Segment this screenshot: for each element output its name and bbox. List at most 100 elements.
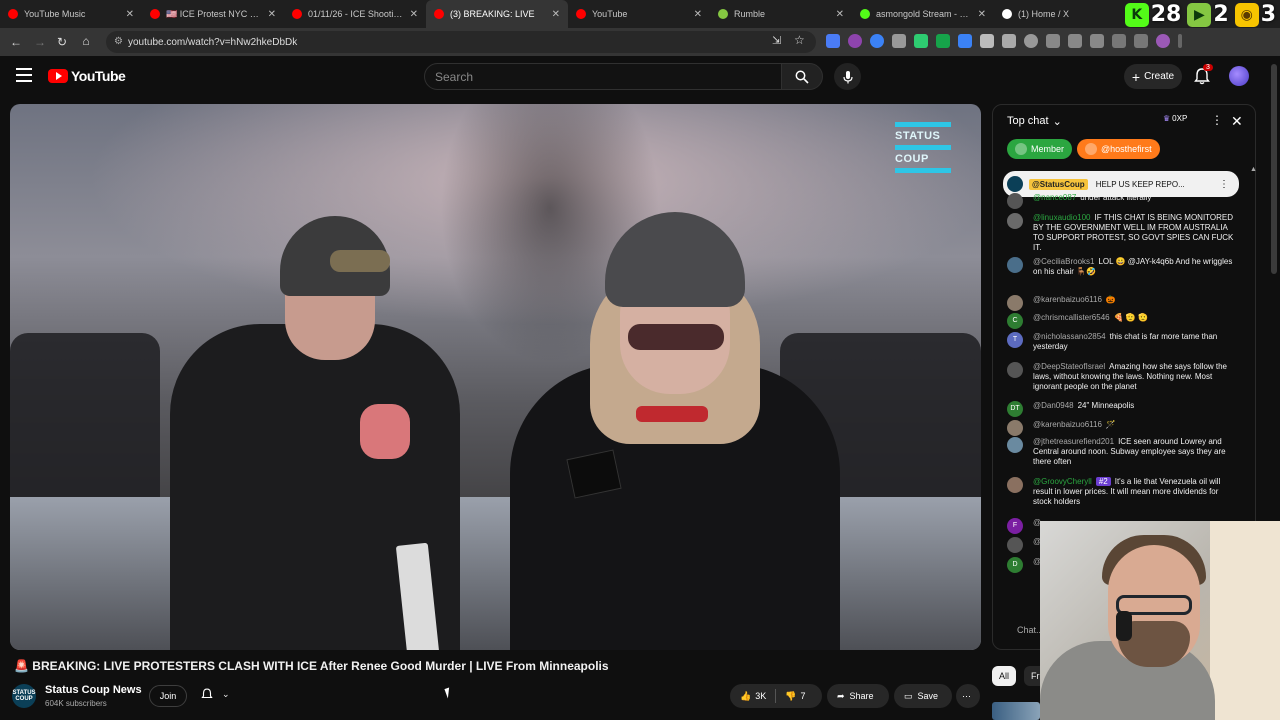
chat-avatar[interactable] <box>1007 437 1023 453</box>
dislike-button[interactable]: 👎 7 <box>785 691 805 702</box>
puzzle-icon[interactable] <box>1002 34 1016 48</box>
browser-menu-icon[interactable] <box>1178 34 1182 48</box>
chat-message[interactable]: @GroovyCheryll #2 It's a lie that Venezuel… <box>1007 477 1237 507</box>
video-player[interactable]: STATUS COUP <box>10 104 981 650</box>
voice-search-button[interactable] <box>834 63 861 90</box>
site-info-icon[interactable]: ⚙ <box>114 36 123 47</box>
browser-tab[interactable]: YouTube ✕ <box>568 0 710 28</box>
browser-tab[interactable]: (1) Home / X <box>994 0 1136 28</box>
share-button[interactable]: ➦ Share <box>827 684 889 708</box>
chat-author[interactable]: @DeepStateofIsrael <box>1033 362 1105 371</box>
chat-message[interactable]: @CeciliaBrooks1 LOL 😀 @JAY-k4q6b And he w… <box>1007 257 1237 277</box>
page-scrollbar[interactable] <box>1271 64 1277 274</box>
chat-author[interactable]: @CeciliaBrooks1 <box>1033 257 1094 266</box>
chat-author[interactable]: @jthetreasurefiend201 <box>1033 437 1114 446</box>
chat-message[interactable]: DT @Dan0948 24" Minneapolis <box>1007 401 1237 417</box>
extension-icon[interactable] <box>826 34 840 48</box>
extension-icon[interactable] <box>936 34 950 48</box>
chat-scroll-up-icon[interactable]: ▲ <box>1250 166 1257 173</box>
download-icon[interactable] <box>1134 34 1148 48</box>
channel-avatar[interactable]: STATUS COUP <box>12 684 36 708</box>
more-actions-button[interactable]: ⋯ <box>956 684 980 708</box>
chat-message[interactable]: @DeepStateofIsrael Amazing how she says f… <box>1007 362 1237 392</box>
browser-tab[interactable]: (3) BREAKING: LIVE ✕ <box>426 0 568 28</box>
tab-close-icon[interactable]: ✕ <box>978 9 986 20</box>
chat-message[interactable]: @linuxaudio100 IF THIS CHAT IS BEING MONI… <box>1007 213 1237 253</box>
chat-avatar[interactable]: T <box>1007 332 1023 348</box>
tab-close-icon[interactable]: ✕ <box>410 9 418 20</box>
chat-avatar[interactable] <box>1007 257 1023 273</box>
chat-author[interactable]: @karenbaizuo6116 <box>1033 295 1102 304</box>
channel-name[interactable]: Status Coup News <box>45 684 142 696</box>
browser-tab[interactable]: 01/11/26 - ICE Shooting P... ✕ <box>284 0 426 28</box>
youtube-logo[interactable]: YouTube <box>48 68 126 84</box>
related-video-thumbnail[interactable] <box>992 702 1040 720</box>
forward-icon[interactable]: → <box>28 35 52 49</box>
chat-avatar[interactable] <box>1007 193 1023 209</box>
address-bar[interactable]: ⚙ youtube.com/watch?v=hNw2hkeDbDk <box>106 31 816 53</box>
search-button[interactable] <box>781 63 823 90</box>
reload-icon[interactable]: ↻ <box>50 35 74 49</box>
tab-close-icon[interactable]: ✕ <box>836 9 844 20</box>
chat-author[interactable]: @GroovyCheryll <box>1033 477 1092 486</box>
chat-avatar[interactable] <box>1007 295 1023 311</box>
chat-message[interactable]: @karenbaizuo6116 🪄 <box>1007 420 1237 436</box>
chat-author[interactable]: @nicholassano2854 <box>1033 332 1106 341</box>
tab-close-icon[interactable]: ✕ <box>126 9 134 20</box>
chat-avatar[interactable] <box>1007 213 1023 229</box>
chat-message[interactable]: @karenbaizuo6116 🎃 <box>1007 295 1237 311</box>
account-avatar[interactable] <box>1229 66 1249 86</box>
chat-author[interactable]: @karenbaizuo6116 <box>1033 420 1102 429</box>
chat-avatar[interactable] <box>1007 420 1023 436</box>
pinned-menu-icon[interactable]: ⋮ <box>1219 179 1229 190</box>
back-icon[interactable]: ← <box>4 35 28 49</box>
chat-author[interactable]: @linuxaudio100 <box>1033 213 1091 222</box>
code-icon[interactable] <box>1068 34 1082 48</box>
xp-badge[interactable]: ♛ 0XP <box>1163 114 1187 123</box>
extension-icon[interactable] <box>1112 34 1126 48</box>
search-input[interactable]: Search <box>424 63 782 90</box>
browser-tab[interactable]: Rumble ✕ <box>710 0 852 28</box>
chat-avatar[interactable]: D <box>1007 557 1023 573</box>
chat-avatar[interactable]: F <box>1007 518 1023 534</box>
join-button[interactable]: Join <box>149 685 187 707</box>
chat-author[interactable]: @nance087 <box>1033 193 1076 202</box>
chat-author[interactable]: @Dan0948 <box>1033 401 1074 410</box>
install-icon[interactable]: ⇲ <box>772 34 781 47</box>
home-icon[interactable]: ⌂ <box>74 34 98 48</box>
bookmark-star-icon[interactable]: ☆ <box>794 33 805 47</box>
tab-close-icon[interactable]: ✕ <box>694 9 702 20</box>
tab-close-icon[interactable]: ✕ <box>268 9 276 20</box>
chat-message[interactable]: C @chrismcallister6546 🍕 🫡 🫡 <box>1007 313 1237 329</box>
history-icon[interactable] <box>1024 34 1038 48</box>
chat-avatar[interactable] <box>1007 537 1023 553</box>
extension-icon[interactable] <box>848 34 862 48</box>
sidebar-icon[interactable] <box>1090 34 1104 48</box>
profile-avatar-icon[interactable] <box>1156 34 1170 48</box>
filter-chip[interactable]: All <box>992 666 1017 686</box>
chat-avatar[interactable]: C <box>1007 313 1023 329</box>
chat-avatar[interactable]: DT <box>1007 401 1023 417</box>
chat-avatar[interactable] <box>1007 477 1023 493</box>
extension-icon[interactable] <box>892 34 906 48</box>
like-button[interactable]: 👍 3K <box>740 691 766 702</box>
subscription-notification-button[interactable]: ⌄ <box>200 687 230 701</box>
browser-tab[interactable]: 🇺🇸 ICE Protest NYC LA Mi... ✕ <box>142 0 284 28</box>
chat-chip[interactable]: @hosthefirst <box>1077 139 1160 159</box>
chat-message[interactable]: T @nicholassano2854 this chat is far more … <box>1007 332 1237 352</box>
extension-icon[interactable] <box>870 34 884 48</box>
save-button[interactable]: ▭ Save <box>894 684 952 708</box>
chat-avatar[interactable] <box>1007 362 1023 378</box>
chat-chip[interactable]: Member <box>1007 139 1073 159</box>
extension-icon[interactable] <box>914 34 928 48</box>
extension-icon[interactable] <box>958 34 972 48</box>
chat-author[interactable]: @chrismcallister6546 <box>1033 313 1110 322</box>
chat-message[interactable]: @jthetreasurefiend201 ICE seen around Low… <box>1007 437 1237 467</box>
chat-options-icon[interactable]: ⋮ <box>1211 113 1223 127</box>
create-button[interactable]: + Create <box>1124 64 1182 89</box>
chat-message[interactable]: @nance087 under attack literally <box>1007 193 1237 209</box>
menu-icon[interactable] <box>16 68 32 82</box>
close-chat-icon[interactable]: ✕ <box>1231 113 1243 130</box>
tab-close-icon[interactable]: ✕ <box>552 9 560 20</box>
extension-icon[interactable] <box>980 34 994 48</box>
